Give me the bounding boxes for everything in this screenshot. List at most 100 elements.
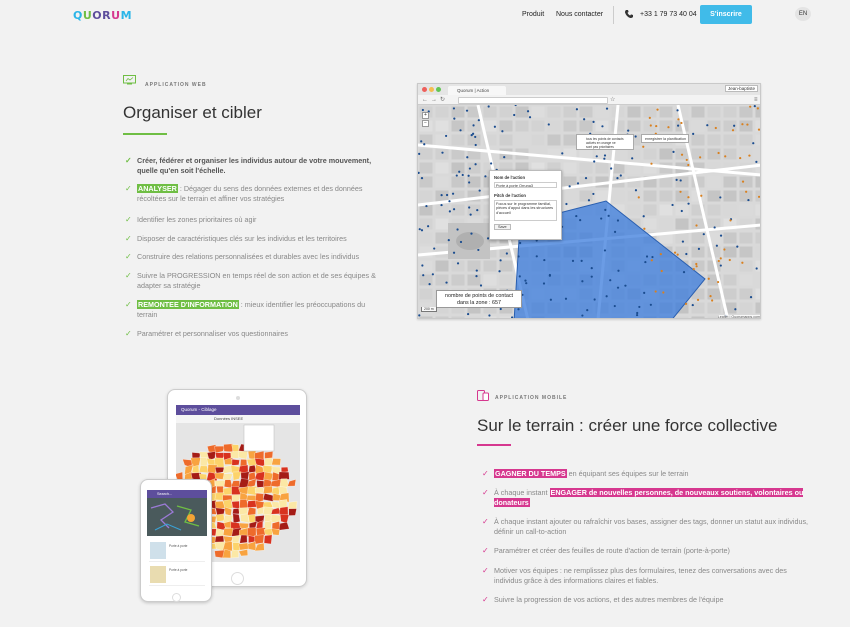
tooltip-line-2: dans la zone : 657 xyxy=(456,300,502,306)
forward-icon: → xyxy=(431,97,437,103)
maximize-dot xyxy=(436,87,441,92)
map-scale: 200 m xyxy=(421,307,437,312)
feature-item: ✓ ANALYSER : Dégager du sens des données … xyxy=(125,184,387,204)
check-icon: ✓ xyxy=(482,595,489,604)
web-eyebrow: APPLICATION WEB xyxy=(145,82,207,88)
web-title-underline xyxy=(123,133,167,135)
minimize-dot xyxy=(429,87,434,92)
check-icon: ✓ xyxy=(482,566,489,575)
phone-route-lines xyxy=(150,503,200,531)
route-card-title: Porte à porte xyxy=(169,568,188,572)
zoom-out-button: − xyxy=(422,120,429,127)
reload-icon: ↻ xyxy=(440,97,446,103)
address-bar xyxy=(458,96,608,104)
web-app-screenshot: Quorum | Action Jean-baptiste ← → ↻ ☆ ≡ … xyxy=(417,83,761,319)
nav-contact[interactable]: Nous contacter xyxy=(556,11,603,18)
tablet-app-bar: Quorum - Ciblage xyxy=(176,405,300,415)
feature-item: ✓ Suivre la progression de vos actions, e… xyxy=(482,595,810,605)
nav-produit[interactable]: Produit xyxy=(522,11,544,18)
feature-highlight: ANALYSER xyxy=(137,184,178,193)
phone-number[interactable]: +33 1 79 73 40 04 xyxy=(640,11,697,18)
phone-screen: Search... Porte à porte Porte à porte xyxy=(147,490,207,590)
feature-text: À chaque instant ajouter ou rafraîchir v… xyxy=(494,517,809,536)
feature-highlight: REMONTEE D'INFORMATION xyxy=(137,300,239,309)
logo-letter: U xyxy=(111,9,121,22)
phone-icon xyxy=(624,10,633,19)
feature-item: ✓ Créer, fédérer et organiser les individ… xyxy=(125,156,387,176)
check-icon: ✓ xyxy=(482,469,489,478)
phone-route-card: Porte à porte xyxy=(149,564,205,586)
feature-item: ✓ Identifier les zones prioritaires où ag… xyxy=(125,215,387,225)
feature-text: Créer, fédérer et organiser les individu… xyxy=(137,156,372,175)
zone-count-tooltip: nombre de points de contact dans la zone… xyxy=(436,290,522,308)
action-name-label: Nom de l'action xyxy=(494,175,526,180)
feature-item: ✓ REMONTEE D'INFORMATION : mieux identifi… xyxy=(125,300,387,320)
mobile-icon xyxy=(477,390,489,401)
map-zoom-control: + − xyxy=(422,112,429,128)
map-legend: tous les points de contacts activés en o… xyxy=(576,134,634,150)
browser-toolbar: ← → ↻ ☆ ≡ xyxy=(418,95,760,105)
mobile-title-underline xyxy=(477,444,511,446)
logo-letter: U xyxy=(82,9,93,22)
feature-text: Motiver vos équipes : ne remplissez plus… xyxy=(494,566,787,585)
save-action-button: Save xyxy=(494,224,511,230)
feature-text: Paramétrer et créer des feuilles de rout… xyxy=(494,546,730,555)
feature-text: Construire des relations personnalisées … xyxy=(137,252,360,261)
tablet-data-filter: Données INSEE xyxy=(176,415,300,423)
tablet-home-button xyxy=(231,572,244,585)
tooltip-line-1: nombre de points de contact xyxy=(444,293,514,299)
feature-item: ✓ Disposer de caractéristiques clés sur l… xyxy=(125,234,387,244)
phone-mockup: Search... Porte à porte Porte à porte xyxy=(140,479,212,602)
nav-divider xyxy=(613,6,614,24)
feature-text: en équipant ses équipes sur le terrain xyxy=(566,469,689,478)
signup-button[interactable]: S'inscrire xyxy=(700,5,752,24)
logo-letter: R xyxy=(102,9,112,22)
logo-letter: M xyxy=(120,9,133,22)
browser-user: Jean-baptiste xyxy=(724,85,758,92)
action-name-field: Porte à porte Orruna3 xyxy=(494,182,557,188)
mobile-section-title: Sur le terrain : créer une force collect… xyxy=(477,416,778,435)
phone-search-bar: Search... xyxy=(147,490,207,498)
phone-home-button xyxy=(172,593,181,602)
feature-item: ✓ Paramétrer et personnaliser vos questio… xyxy=(125,329,387,339)
feature-text: Identifier les zones prioritaires où agi… xyxy=(137,215,257,224)
check-icon: ✓ xyxy=(125,329,132,338)
feature-text: À chaque instant xyxy=(494,488,550,497)
close-dot xyxy=(422,87,427,92)
web-section-title: Organiser et cibler xyxy=(123,103,262,122)
tablet-camera xyxy=(236,396,240,400)
feature-item: ✓ Paramétrer et créer des feuilles de rou… xyxy=(482,546,810,556)
language-switch[interactable]: EN xyxy=(795,7,811,21)
check-icon: ✓ xyxy=(482,488,489,497)
check-icon: ✓ xyxy=(125,252,132,261)
check-icon: ✓ xyxy=(125,300,132,309)
feature-item: ✓ Motiver vos équipes : ne remplissez plu… xyxy=(482,566,810,586)
menu-icon: ≡ xyxy=(754,97,758,103)
back-icon: ← xyxy=(422,97,428,103)
logo-letter: Q xyxy=(73,9,83,22)
feature-item: ✓ GAGNER DU TEMPS en équipant ses équipes… xyxy=(482,469,810,479)
star-icon: ☆ xyxy=(610,97,616,103)
phone-route-map xyxy=(147,498,207,536)
feature-item: ✓ Construire des relations personnalisées… xyxy=(125,252,387,262)
phone-route-card: Porte à porte xyxy=(149,540,205,562)
desktop-icon xyxy=(123,75,136,85)
check-icon: ✓ xyxy=(482,517,489,526)
feature-text: Paramétrer et personnaliser vos question… xyxy=(137,329,289,338)
feature-text: Suivre la progression de vos actions, et… xyxy=(494,595,724,604)
feature-text: Suivre la PROGRESSION en temps réel de s… xyxy=(137,271,376,290)
map-view: + − tous les points de contacts activés … xyxy=(418,103,760,319)
action-pitch-field: Focus sur le programme familial, pièces … xyxy=(494,200,557,221)
check-icon: ✓ xyxy=(125,156,132,165)
browser-tab: Quorum | Action xyxy=(448,86,506,95)
action-popup: Nom de l'action Porte à porte Orruna3 Pi… xyxy=(489,170,562,240)
mobile-eyebrow: APPLICATION MOBILE xyxy=(495,395,568,401)
quorum-logo[interactable]: QUORUM xyxy=(73,9,132,22)
save-plan-button: enregistrer la planification xyxy=(641,134,689,143)
feature-item: ✓ À chaque instant ENGAGER de nouvelles p… xyxy=(482,488,810,508)
action-pitch-label: Pitch de l'action xyxy=(494,193,526,198)
map-attribution: Leaflet | Quorumapps.com xyxy=(717,315,760,319)
route-thumbnail xyxy=(150,542,166,559)
zoom-in-button: + xyxy=(422,112,429,119)
check-icon: ✓ xyxy=(482,546,489,555)
